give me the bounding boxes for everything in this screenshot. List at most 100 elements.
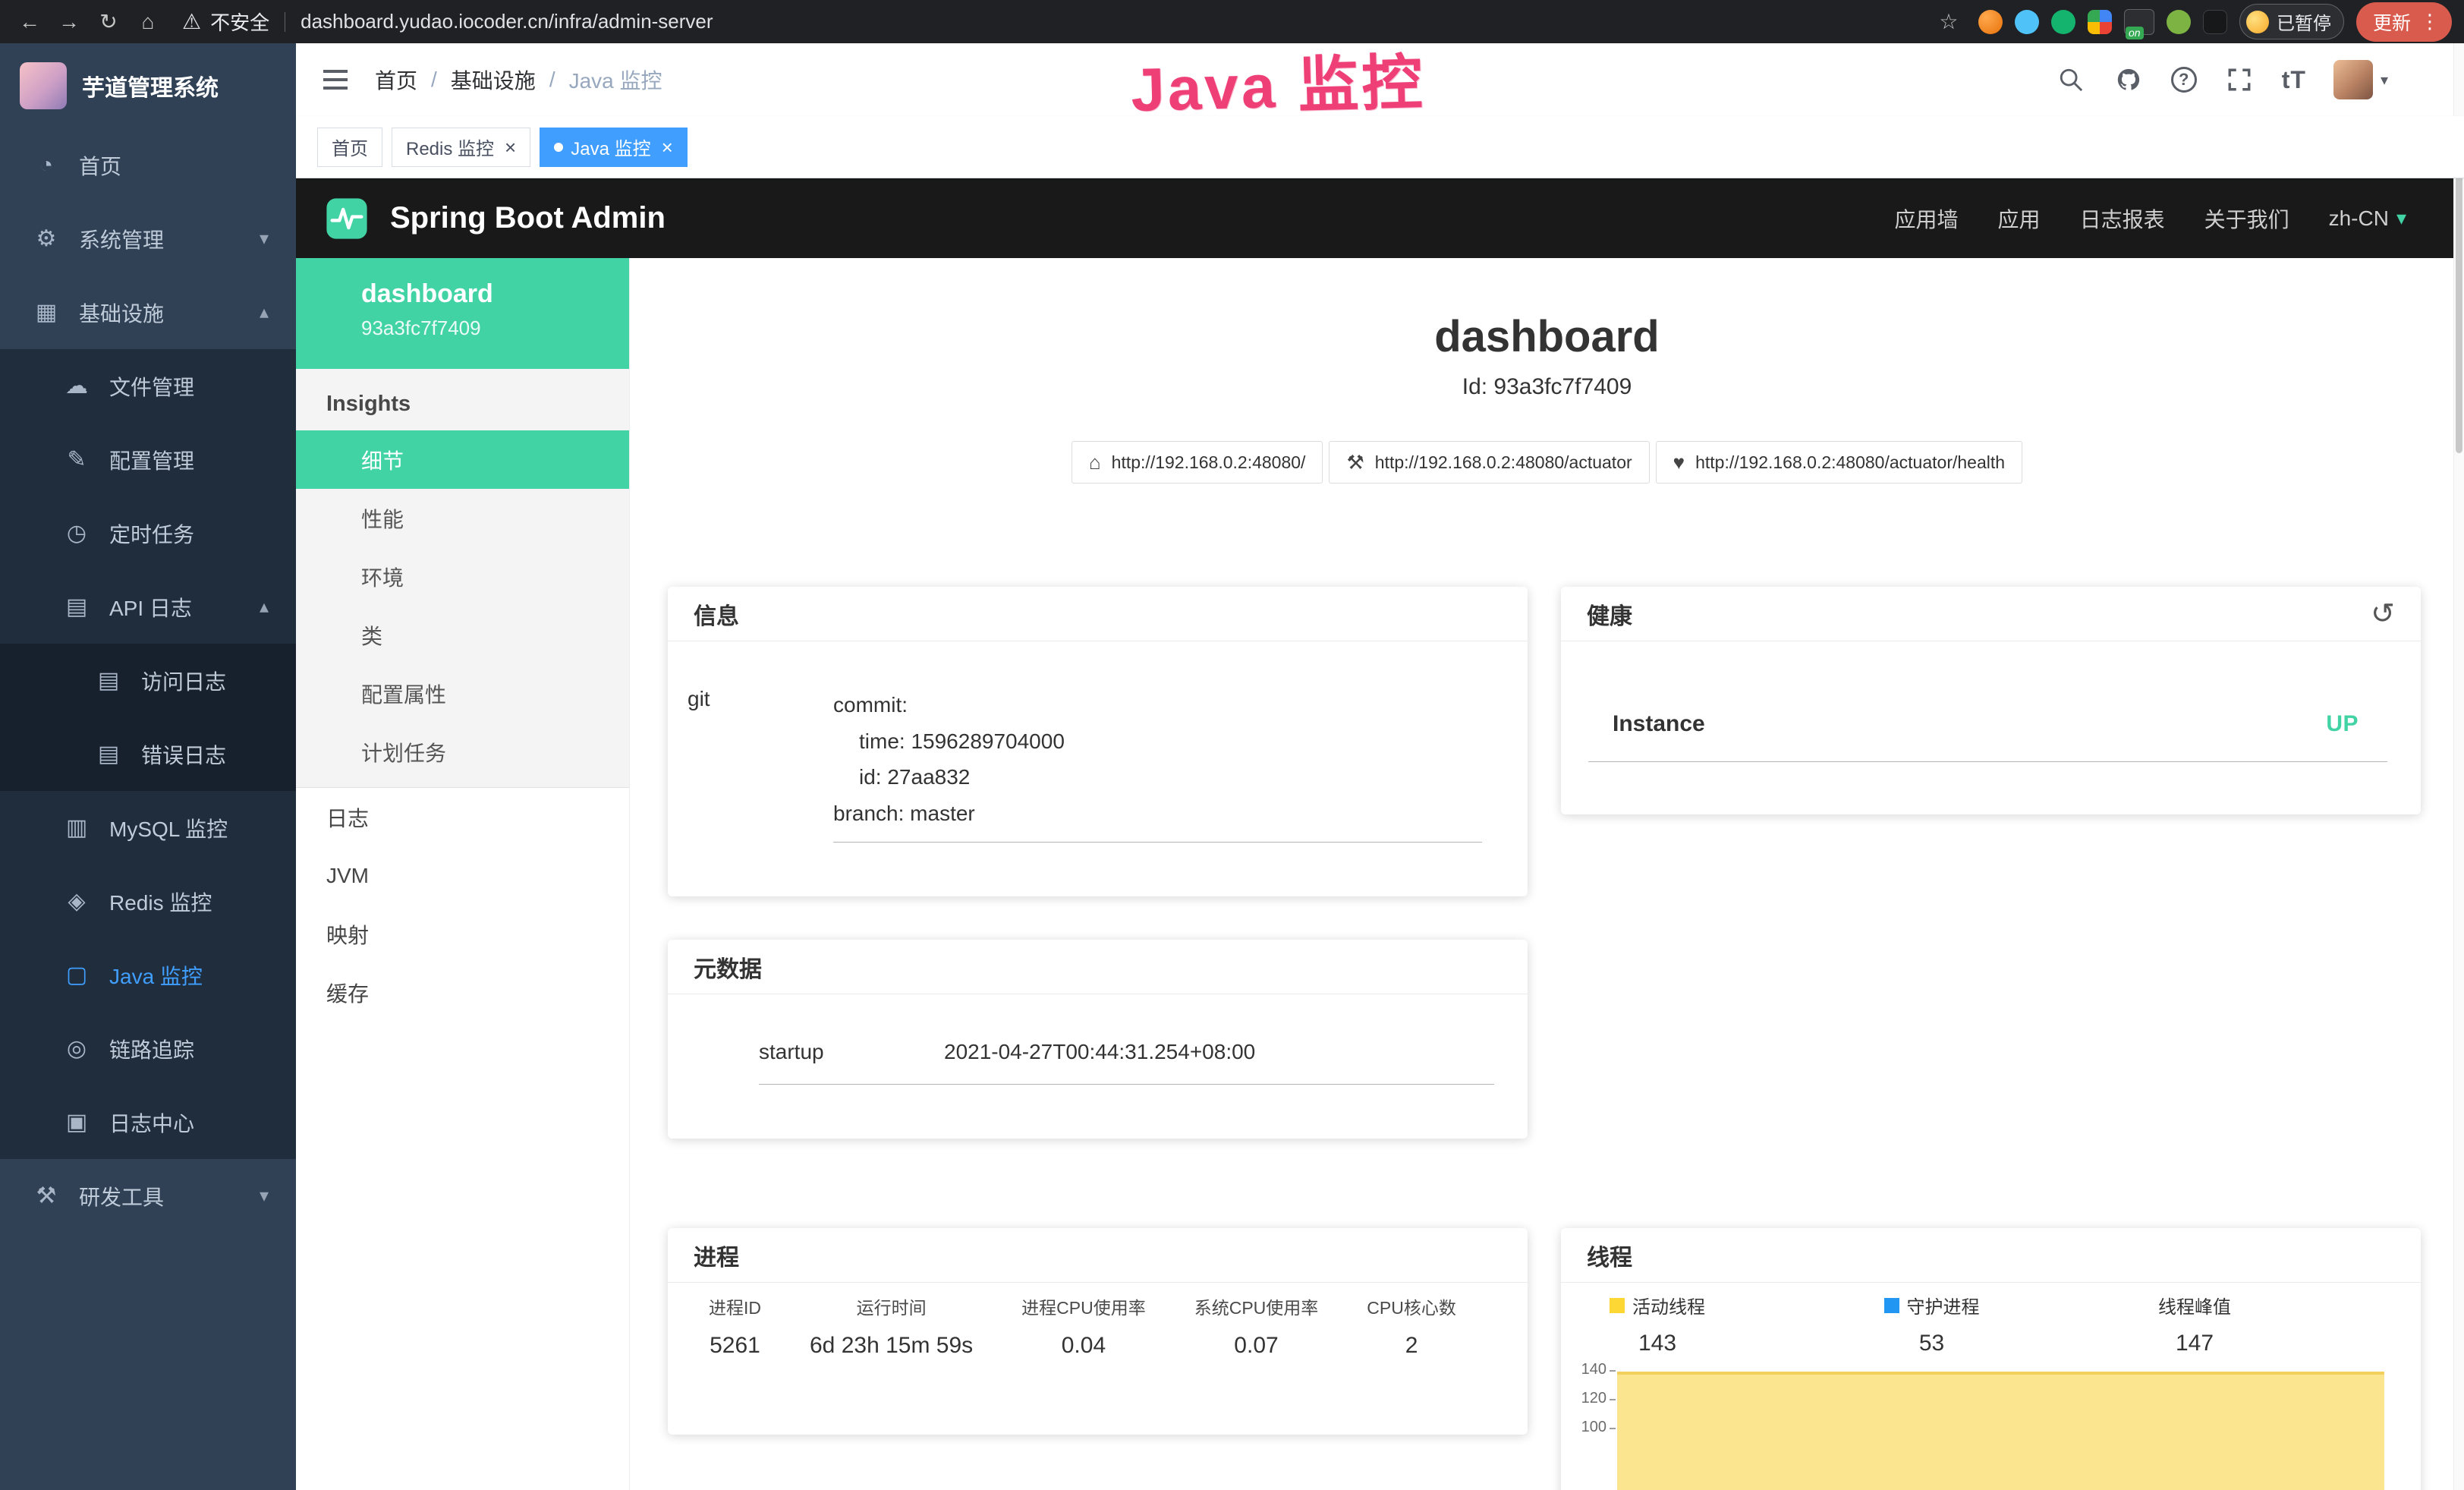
stat-process-cpu: 进程CPU使用率 0.04 (1021, 1293, 1146, 1359)
sidebar-item-label: 首页 (79, 150, 121, 181)
instance-name: dashboard (361, 279, 629, 309)
reload-icon[interactable]: ↻ (91, 5, 126, 39)
extension-drop-icon[interactable] (2015, 10, 2039, 34)
sidebar-item-dev-tools[interactable]: ⚒ 研发工具 ▾ (0, 1159, 296, 1233)
breadcrumb: 首页 / 基础设施 / Java 监控 (375, 65, 662, 95)
legend-peak-threads: 线程峰值 147 (2158, 1292, 2231, 1356)
breadcrumb-separator: / (549, 68, 555, 92)
legend-label: 活动线程 (1632, 1292, 1705, 1318)
sidebar-item-error-logs[interactable]: ▤ 错误日志 (0, 717, 296, 791)
sba-nav-journal[interactable]: 日志报表 (2080, 203, 2165, 234)
page-scrollbar[interactable] (2453, 43, 2464, 1490)
sba-item-scheduled-tasks[interactable]: 计划任务 (296, 723, 629, 781)
link-health-url[interactable]: ♥ http://192.168.0.2:48080/actuator/heal… (1656, 441, 2022, 484)
tab-java-monitor[interactable]: Java 监控 × (540, 128, 688, 167)
forward-icon[interactable]: → (52, 5, 87, 39)
sba-item-mappings[interactable]: 映射 (296, 905, 629, 963)
sidebar-item-config-mgmt[interactable]: ✎ 配置管理 (0, 423, 296, 496)
browser-home-icon[interactable]: ⌂ (131, 5, 165, 39)
history-icon[interactable]: ↺ (2371, 597, 2395, 631)
extension-leaf-icon[interactable] (2167, 10, 2191, 34)
sba-item-performance[interactable]: 性能 (296, 489, 629, 547)
on-tag: on (2126, 27, 2144, 39)
warning-icon: ⚠ (182, 9, 201, 34)
help-icon[interactable]: ? (2171, 67, 2197, 93)
sidebar-item-redis-monitor[interactable]: ◈ Redis 监控 (0, 865, 296, 938)
sidebar-item-mysql-monitor[interactable]: ▥ MySQL 监控 (0, 791, 296, 865)
redis-icon: ◈ (62, 888, 91, 915)
link-text: http://192.168.0.2:48080/ (1112, 452, 1306, 473)
threads-legend: 活动线程 143 守护进程 53 (1561, 1283, 2421, 1356)
sidebar-item-java-monitor[interactable]: ▢ Java 监控 (0, 938, 296, 1012)
sidebar-item-label: 链路追踪 (109, 1034, 194, 1064)
stat-value: 6d 23h 15m 59s (810, 1333, 973, 1359)
smiley-icon (2246, 11, 2269, 33)
tab-redis-monitor[interactable]: Redis 监控 × (392, 128, 530, 167)
close-icon[interactable]: × (505, 137, 516, 157)
sidebar-item-label: Java 监控 (109, 960, 203, 991)
sidebar-item-trace[interactable]: ◎ 链路追踪 (0, 1012, 296, 1085)
address-bar[interactable]: ⚠ 不安全 dashboard.yudao.iocoder.cn/infra/a… (182, 8, 713, 36)
security-label: 不安全 (210, 8, 269, 36)
user-menu[interactable]: ▾ (2333, 60, 2388, 99)
process-stats: 进程ID 5261 运行时间 6d 23h 15m 59s 进程CPU使用率 0… (668, 1283, 1528, 1359)
stat-value: 5261 (709, 1333, 761, 1359)
sidebar-item-log-center[interactable]: ▣ 日志中心 (0, 1085, 296, 1159)
legend-value: 53 (1884, 1331, 1980, 1356)
search-icon[interactable] (2056, 65, 2086, 95)
link-text: http://192.168.0.2:48080/actuator/health (1695, 452, 2005, 473)
sidebar-item-infrastructure[interactable]: ▦ 基础设施 ▴ (0, 276, 296, 349)
stat-value: 2 (1367, 1333, 1456, 1359)
sidebar-item-file-mgmt[interactable]: ☁ 文件管理 (0, 349, 296, 423)
sba-item-config-props[interactable]: 配置属性 (296, 664, 629, 723)
sba-nav-applications[interactable]: 应用 (1998, 203, 2041, 234)
github-icon[interactable] (2113, 65, 2144, 95)
link-root-url[interactable]: ⌂ http://192.168.0.2:48080/ (1072, 441, 1323, 484)
sidebar-item-api-logs[interactable]: ▤ API 日志 ▴ (0, 570, 296, 644)
status-badge: UP (2326, 711, 2359, 737)
extension-fox-icon[interactable] (1978, 10, 2003, 34)
hamburger-icon[interactable] (319, 63, 352, 96)
back-icon[interactable]: ← (12, 5, 47, 39)
text-size-icon[interactable]: tT (2282, 66, 2306, 94)
sba-item-environment[interactable]: 环境 (296, 547, 629, 606)
link-actuator-url[interactable]: ⚒ http://192.168.0.2:48080/actuator (1329, 441, 1649, 484)
tab-home[interactable]: 首页 (317, 128, 382, 167)
instance-header[interactable]: dashboard 93a3fc7f7409 (296, 258, 629, 369)
extension-puzzle-icon[interactable] (2203, 10, 2227, 34)
sidebar-item-label: 错误日志 (141, 739, 226, 770)
sba-item-classes[interactable]: 类 (296, 606, 629, 664)
extension-on-badge-icon[interactable]: on (2124, 9, 2154, 35)
breadcrumb-current: Java 监控 (569, 65, 662, 95)
sba-item-details[interactable]: 细节 (296, 430, 629, 489)
breadcrumb-home[interactable]: 首页 (375, 65, 417, 95)
health-heart-icon: ♥ (1673, 451, 1685, 474)
kebab-menu-icon[interactable]: ⋮ (2420, 10, 2440, 33)
sidebar-item-homepage[interactable]: ◔ 首页 (0, 128, 296, 202)
breadcrumb-infrastructure[interactable]: 基础设施 (451, 65, 536, 95)
bookmark-star-icon[interactable]: ☆ (1931, 5, 1966, 39)
document-icon: ▤ (62, 594, 91, 620)
sba-nav-about[interactable]: 关于我们 (2204, 203, 2289, 234)
legend-value: 147 (2158, 1331, 2231, 1356)
close-icon[interactable]: × (662, 137, 673, 157)
extension-green-icon[interactable] (2051, 10, 2075, 34)
locale-select[interactable]: zh-CN ▾ (2329, 206, 2406, 231)
sba-item-caches[interactable]: 缓存 (296, 963, 629, 1022)
update-button[interactable]: 更新 ⋮ (2356, 2, 2452, 42)
sidebar-item-label: 定时任务 (109, 518, 194, 549)
sidebar-item-scheduled-tasks[interactable]: ◷ 定时任务 (0, 496, 296, 570)
sba-item-logs[interactable]: 日志 (296, 788, 629, 846)
sidebar-item-access-logs[interactable]: ▤ 访问日志 (0, 644, 296, 717)
sba-nav-wallboard[interactable]: 应用墙 (1895, 203, 1959, 234)
timer-icon: ◷ (62, 520, 91, 547)
stat-label: 运行时间 (810, 1293, 973, 1319)
sba-item-jvm[interactable]: JVM (296, 846, 629, 905)
fullscreen-icon[interactable] (2224, 65, 2255, 95)
active-threads-swatch (1610, 1298, 1625, 1313)
paused-badge[interactable]: 已暂停 (2239, 4, 2344, 39)
extension-grid-icon[interactable] (2088, 10, 2112, 34)
sidebar-item-system-mgmt[interactable]: ⚙ 系统管理 ▾ (0, 202, 296, 276)
legend-daemon-threads: 守护进程 53 (1884, 1292, 1980, 1356)
user-avatar[interactable] (2333, 60, 2373, 99)
